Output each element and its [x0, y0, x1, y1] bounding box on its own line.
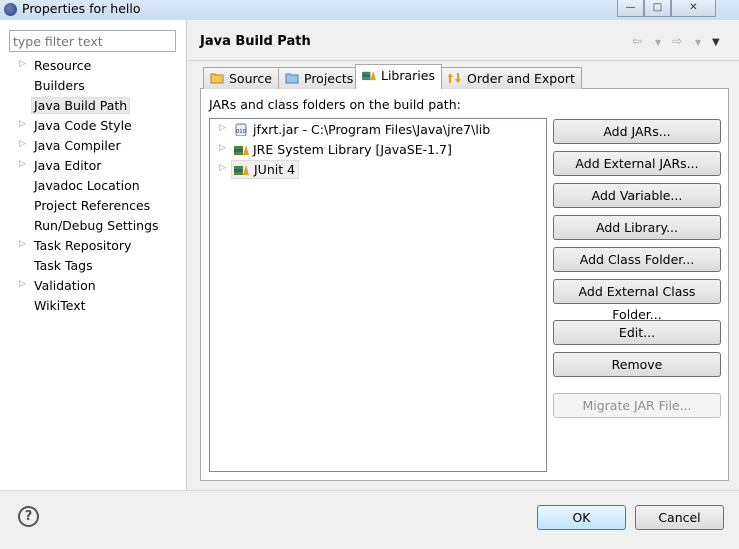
tab-label: Projects — [304, 71, 354, 86]
sidebar-item[interactable]: Java Build Path — [0, 96, 186, 116]
libraries-label: JARs and class folders on the build path… — [209, 97, 461, 112]
back-menu-icon[interactable]: ▼ — [655, 38, 661, 47]
expand-arrow-icon[interactable]: ▷ — [19, 279, 26, 289]
sidebar-item[interactable]: Builders — [0, 76, 186, 96]
sidebar-item[interactable]: ▷ Resource — [0, 56, 186, 76]
remove-button[interactable]: Remove — [553, 352, 721, 377]
footer-separator — [0, 490, 739, 491]
sidebar-item-label: Project References — [34, 198, 151, 213]
sidebar-item[interactable]: WikiText — [0, 296, 186, 316]
tab-order-and-export[interactable]: Order and Export — [441, 67, 582, 89]
ok-button[interactable]: OK — [537, 505, 626, 530]
sidebar-item[interactable]: Project References — [0, 196, 186, 216]
expand-arrow-icon[interactable]: ▷ — [19, 159, 26, 169]
sidebar-item[interactable]: ▷ Task Repository — [0, 236, 186, 256]
sidebar-item-label: Validation — [34, 278, 96, 293]
sidebar-item-label: Run/Debug Settings — [34, 218, 159, 233]
sidebar-item[interactable]: Run/Debug Settings — [0, 216, 186, 236]
sidebar-item[interactable]: ▷ Validation — [0, 276, 186, 296]
add-class-folder-button[interactable]: Add Class Folder... — [553, 247, 721, 272]
tab-label: Order and Export — [467, 71, 575, 86]
sidebar-item-label: Task Repository — [34, 238, 132, 253]
sidebar-item[interactable]: ▷ Java Editor — [0, 156, 186, 176]
library-entry-label: jfxrt.jar - C:\Program Files\Java\jre7\l… — [253, 122, 491, 137]
tab-projects[interactable]: Projects — [278, 67, 361, 89]
sidebar-item[interactable]: Task Tags — [0, 256, 186, 276]
add-external-class-folder-button[interactable]: Add External Class Folder... — [553, 279, 721, 322]
source-folder-icon — [210, 71, 229, 86]
expand-arrow-icon[interactable]: ▷ — [219, 163, 226, 173]
close-button[interactable]: ✕ — [671, 0, 716, 17]
order-export-icon — [448, 71, 467, 86]
expand-arrow-icon[interactable]: ▷ — [219, 123, 226, 133]
sidebar-item-label: Java Editor — [34, 158, 102, 173]
add-jars-button[interactable]: Add JARs... — [553, 119, 721, 144]
sidebar-item-label: WikiText — [34, 298, 86, 313]
back-icon[interactable]: ⇦ — [632, 34, 642, 48]
tab-libraries[interactable]: Libraries — [355, 64, 442, 89]
add-library-button[interactable]: Add Library... — [553, 215, 721, 240]
expand-arrow-icon[interactable]: ▷ — [219, 143, 226, 153]
tab-label: Source — [229, 71, 272, 86]
window-title: Properties for hello — [22, 1, 141, 16]
sidebar-item[interactable]: Javadoc Location — [0, 176, 186, 196]
tab-source[interactable]: Source — [203, 67, 279, 89]
migrate-jar-file-button[interactable]: Migrate JAR File... — [553, 393, 721, 418]
expand-arrow-icon[interactable]: ▷ — [19, 139, 26, 149]
sidebar-item-label: Java Build Path — [31, 97, 131, 114]
sidebar-item[interactable]: ▷ Java Compiler — [0, 136, 186, 156]
tab-label: Libraries — [381, 68, 435, 83]
sidebar-item-label: Javadoc Location — [34, 178, 140, 193]
sidebar-item-label: Resource — [34, 58, 92, 73]
svg-text:010: 010 — [236, 129, 246, 135]
help-icon[interactable]: ? — [18, 506, 39, 527]
library-icon — [362, 68, 381, 83]
forward-icon[interactable]: ⇨ — [672, 34, 682, 48]
cancel-button[interactable]: Cancel — [635, 505, 724, 530]
view-menu-icon[interactable]: ▼ — [712, 37, 720, 48]
projects-folder-icon — [285, 71, 304, 86]
add-variable-button[interactable]: Add Variable... — [553, 183, 721, 208]
expand-arrow-icon[interactable]: ▷ — [19, 59, 26, 69]
header-separator — [188, 60, 739, 61]
add-external-jars-button[interactable]: Add External JARs... — [553, 151, 721, 176]
expand-arrow-icon[interactable]: ▷ — [19, 119, 26, 129]
sidebar-item[interactable]: ▷ Java Code Style — [0, 116, 186, 136]
eclipse-icon — [4, 3, 17, 16]
forward-menu-icon[interactable]: ▼ — [695, 38, 701, 47]
sidebar-item-label: Java Code Style — [34, 118, 132, 133]
expand-arrow-icon[interactable]: ▷ — [19, 239, 26, 249]
library-entry-label: JRE System Library [JavaSE-1.7] — [253, 142, 452, 157]
sidebar-item-label: Builders — [34, 78, 85, 93]
minimize-button[interactable]: — — [617, 0, 644, 17]
sidebar-item-label: Java Compiler — [34, 138, 121, 153]
edit-button[interactable]: Edit... — [553, 320, 721, 345]
filter-input[interactable] — [9, 30, 176, 52]
sidebar-item-label: Task Tags — [34, 258, 93, 273]
page-title: Java Build Path — [200, 34, 311, 49]
maximize-button[interactable]: □ — [644, 0, 671, 17]
